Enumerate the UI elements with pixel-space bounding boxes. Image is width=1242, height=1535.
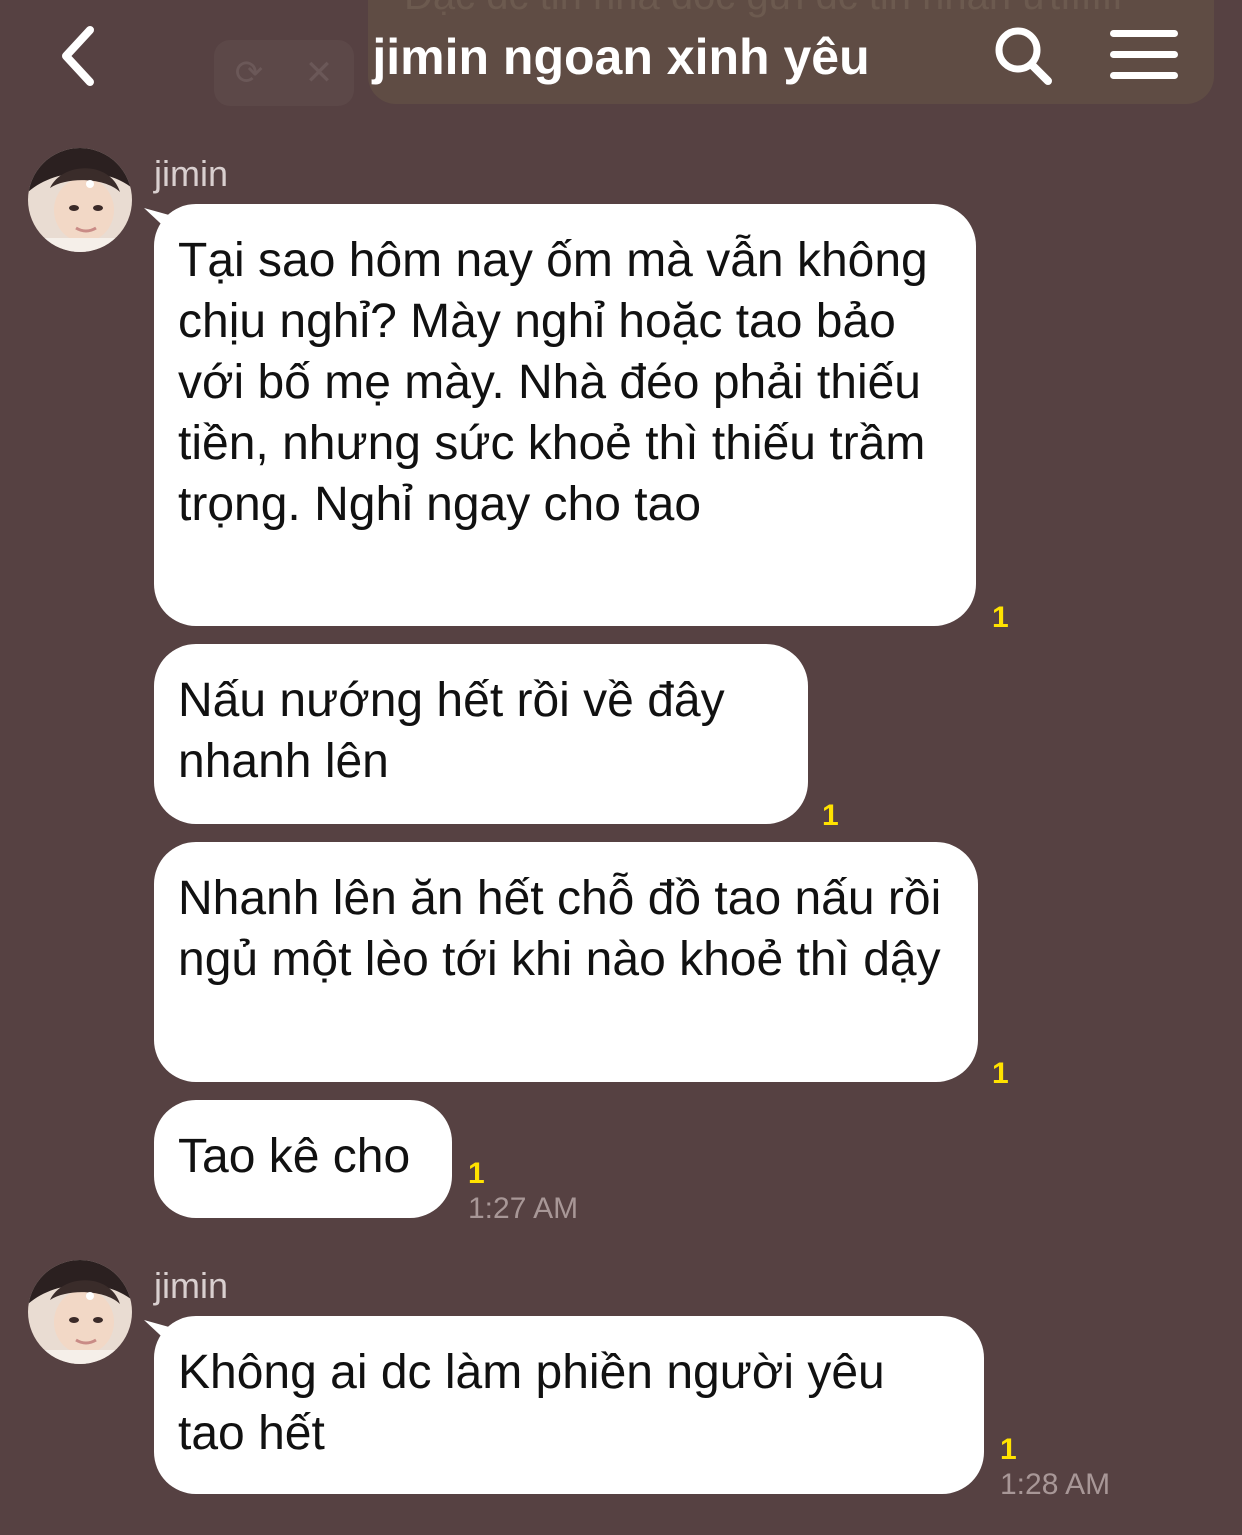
- unread-count: 1: [468, 1157, 485, 1190]
- avatar[interactable]: [28, 1260, 132, 1364]
- message-text: Tao kê cho: [178, 1130, 411, 1183]
- message-bubble[interactable]: Không ai dc làm phiền người yêu tao hết: [154, 1316, 984, 1494]
- sender-name: jimin: [154, 153, 229, 194]
- message-text: Nhanh lên ăn hết chỗ đồ tao nấu rồi ngủ …: [178, 872, 942, 986]
- search-icon: [995, 27, 1052, 85]
- chat-title: jimin ngoan xinh yêu: [372, 29, 870, 85]
- unread-count: 1: [1000, 1433, 1017, 1466]
- search-button[interactable]: [992, 24, 1054, 88]
- menu-icon-bar: [1110, 30, 1178, 37]
- message-timestamp: 1:28 AM: [1000, 1468, 1111, 1501]
- chat-header: jimin ngoan xinh yêu: [0, 0, 1242, 112]
- profile-photo: [28, 148, 132, 252]
- message-bubble[interactable]: Tại sao hôm nay ốm mà vẫn không chịu ngh…: [154, 204, 976, 626]
- message-text: Nấu nướng hết rồi về đây nhanh lên: [178, 674, 725, 788]
- message-bubble[interactable]: Nhanh lên ăn hết chỗ đồ tao nấu rồi ngủ …: [154, 842, 978, 1082]
- unread-count: 1: [992, 601, 1009, 634]
- unread-count: 1: [822, 799, 839, 832]
- message-text: Không ai dc làm phiền người yêu tao hết: [178, 1346, 885, 1460]
- message-text: Tại sao hôm nay ốm mà vẫn không chịu ngh…: [178, 234, 928, 531]
- message-bubble[interactable]: Nấu nướng hết rồi về đây nhanh lên: [154, 644, 808, 824]
- avatar[interactable]: [28, 148, 132, 252]
- message-bubble[interactable]: Tao kê cho: [154, 1100, 452, 1218]
- unread-count: 1: [992, 1057, 1009, 1090]
- sender-name: jimin: [154, 1265, 229, 1306]
- message-timestamp: 1:27 AM: [468, 1192, 579, 1225]
- menu-button[interactable]: [1110, 30, 1178, 82]
- menu-icon-bar: [1110, 72, 1178, 79]
- menu-icon-bar: [1110, 51, 1178, 58]
- profile-photo: [28, 1260, 132, 1364]
